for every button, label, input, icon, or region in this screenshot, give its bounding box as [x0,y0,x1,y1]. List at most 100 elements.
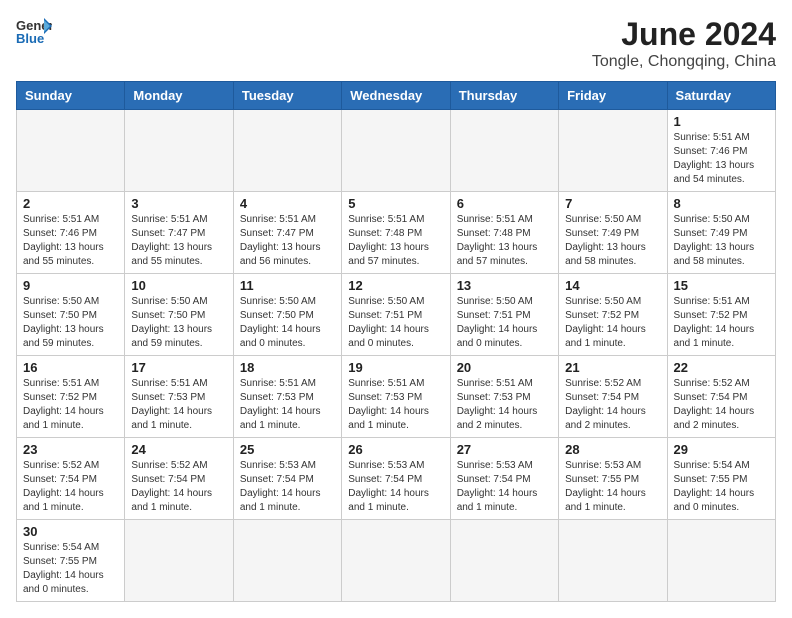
day-info: Sunrise: 5:53 AMSunset: 7:54 PMDaylight:… [240,459,335,515]
day-number: 22 [674,360,769,375]
day-info: Sunrise: 5:52 AMSunset: 7:54 PMDaylight:… [131,459,226,515]
day-number: 30 [23,524,118,539]
day-number: 2 [23,196,118,211]
title-section: June 2024 Tongle, Chongqing, China [592,16,776,71]
calendar-week-3: 16 Sunrise: 5:51 AMSunset: 7:52 PMDayligh… [17,356,776,438]
day-info: Sunrise: 5:50 AMSunset: 7:49 PMDaylight:… [674,213,769,269]
calendar-cell: 7 Sunrise: 5:50 AMSunset: 7:49 PMDaylight… [559,192,667,274]
calendar-cell: 24 Sunrise: 5:52 AMSunset: 7:54 PMDayligh… [125,438,233,520]
calendar-week-1: 2Sunrise: 5:51 AMSunset: 7:46 PMDaylight… [17,192,776,274]
day-number: 24 [131,442,226,457]
calendar-week-4: 23 Sunrise: 5:52 AMSunset: 7:54 PMDayligh… [17,438,776,520]
day-info: Sunrise: 5:50 AMSunset: 7:49 PMDaylight:… [565,213,660,269]
calendar-cell: 23Sunrise: 5:52 AMSunset: 7:54 PMDayligh… [17,438,125,520]
day-number: 20 [457,360,552,375]
header-tuesday: Tuesday [233,82,341,110]
calendar-cell [233,520,341,602]
day-number: 14 [565,278,660,293]
header-monday: Monday [125,82,233,110]
day-info: Sunrise: 5:53 AMSunset: 7:55 PMDaylight:… [565,459,660,515]
day-info: Sunrise: 5:54 AMSunset: 7:55 PMDaylight:… [674,459,769,515]
day-info: Sunrise: 5:54 AMSunset: 7:55 PMDaylight:… [23,541,118,597]
day-info: Sunrise: 5:50 AMSunset: 7:51 PMDaylight:… [457,295,552,351]
calendar-cell: 22 Sunrise: 5:52 AMSunset: 7:54 PMDayligh… [667,356,775,438]
day-info: Sunrise: 5:50 AMSunset: 7:51 PMDaylight:… [348,295,443,351]
day-info: Sunrise: 5:51 AMSunset: 7:53 PMDaylight:… [240,377,335,433]
calendar-cell: 1Sunrise: 5:51 AMSunset: 7:46 PMDaylight… [667,110,775,192]
calendar-cell: 11Sunrise: 5:50 AMSunset: 7:50 PMDayligh… [233,274,341,356]
calendar-cell [125,520,233,602]
day-number: 19 [348,360,443,375]
calendar-cell: 26 Sunrise: 5:53 AMSunset: 7:54 PMDayligh… [342,438,450,520]
logo: General Blue [16,16,52,46]
calendar-cell: 4 Sunrise: 5:51 AMSunset: 7:47 PMDaylight… [233,192,341,274]
month-year-title: June 2024 [592,16,776,53]
calendar-table: SundayMondayTuesdayWednesdayThursdayFrid… [16,81,776,602]
day-number: 28 [565,442,660,457]
calendar-cell: 18 Sunrise: 5:51 AMSunset: 7:53 PMDayligh… [233,356,341,438]
calendar-cell [125,110,233,192]
calendar-cell: 29Sunrise: 5:54 AMSunset: 7:55 PMDayligh… [667,438,775,520]
calendar-cell: 17Sunrise: 5:51 AMSunset: 7:53 PMDayligh… [125,356,233,438]
day-info: Sunrise: 5:51 AMSunset: 7:47 PMDaylight:… [131,213,226,269]
day-info: Sunrise: 5:51 AMSunset: 7:48 PMDaylight:… [457,213,552,269]
calendar-header-row: SundayMondayTuesdayWednesdayThursdayFrid… [17,82,776,110]
day-info: Sunrise: 5:50 AMSunset: 7:52 PMDaylight:… [565,295,660,351]
logo-icon: General Blue [16,16,52,46]
header: General Blue June 2024 Tongle, Chongqing… [16,16,776,71]
day-number: 23 [23,442,118,457]
day-number: 21 [565,360,660,375]
day-info: Sunrise: 5:51 AMSunset: 7:52 PMDaylight:… [23,377,118,433]
calendar-cell [559,110,667,192]
calendar-cell: 25 Sunrise: 5:53 AMSunset: 7:54 PMDayligh… [233,438,341,520]
day-info: Sunrise: 5:51 AMSunset: 7:53 PMDaylight:… [131,377,226,433]
day-number: 7 [565,196,660,211]
day-number: 26 [348,442,443,457]
day-number: 8 [674,196,769,211]
calendar-cell [233,110,341,192]
calendar-cell: 3 Sunrise: 5:51 AMSunset: 7:47 PMDaylight… [125,192,233,274]
calendar-cell: 21 Sunrise: 5:52 AMSunset: 7:54 PMDayligh… [559,356,667,438]
header-thursday: Thursday [450,82,558,110]
day-number: 3 [131,196,226,211]
calendar-cell: 13Sunrise: 5:50 AMSunset: 7:51 PMDayligh… [450,274,558,356]
calendar-cell: 12 Sunrise: 5:50 AMSunset: 7:51 PMDayligh… [342,274,450,356]
day-info: Sunrise: 5:53 AMSunset: 7:54 PMDaylight:… [348,459,443,515]
header-saturday: Saturday [667,82,775,110]
calendar-week-5: 30 Sunrise: 5:54 AMSunset: 7:55 PMDayligh… [17,520,776,602]
calendar-cell: 8 Sunrise: 5:50 AMSunset: 7:49 PMDaylight… [667,192,775,274]
calendar-cell: 27 Sunrise: 5:53 AMSunset: 7:54 PMDayligh… [450,438,558,520]
day-info: Sunrise: 5:51 AMSunset: 7:53 PMDaylight:… [457,377,552,433]
day-info: Sunrise: 5:51 AMSunset: 7:48 PMDaylight:… [348,213,443,269]
calendar-cell: 2Sunrise: 5:51 AMSunset: 7:46 PMDaylight… [17,192,125,274]
calendar-cell [17,110,125,192]
calendar-cell [342,520,450,602]
day-number: 9 [23,278,118,293]
day-number: 5 [348,196,443,211]
day-info: Sunrise: 5:51 AMSunset: 7:53 PMDaylight:… [348,377,443,433]
day-info: Sunrise: 5:51 AMSunset: 7:47 PMDaylight:… [240,213,335,269]
calendar-cell: 28 Sunrise: 5:53 AMSunset: 7:55 PMDayligh… [559,438,667,520]
day-number: 12 [348,278,443,293]
calendar-cell: 20 Sunrise: 5:51 AMSunset: 7:53 PMDayligh… [450,356,558,438]
calendar-cell: 10 Sunrise: 5:50 AMSunset: 7:50 PMDayligh… [125,274,233,356]
day-number: 6 [457,196,552,211]
header-friday: Friday [559,82,667,110]
day-info: Sunrise: 5:52 AMSunset: 7:54 PMDaylight:… [674,377,769,433]
day-number: 25 [240,442,335,457]
day-info: Sunrise: 5:51 AMSunset: 7:46 PMDaylight:… [674,131,769,187]
day-number: 27 [457,442,552,457]
day-info: Sunrise: 5:53 AMSunset: 7:54 PMDaylight:… [457,459,552,515]
day-info: Sunrise: 5:52 AMSunset: 7:54 PMDaylight:… [565,377,660,433]
location-subtitle: Tongle, Chongqing, China [592,53,776,71]
calendar-cell: 6 Sunrise: 5:51 AMSunset: 7:48 PMDaylight… [450,192,558,274]
day-info: Sunrise: 5:50 AMSunset: 7:50 PMDaylight:… [240,295,335,351]
calendar-cell: 9Sunrise: 5:50 AMSunset: 7:50 PMDaylight… [17,274,125,356]
day-number: 4 [240,196,335,211]
day-number: 10 [131,278,226,293]
day-info: Sunrise: 5:50 AMSunset: 7:50 PMDaylight:… [131,295,226,351]
day-number: 16 [23,360,118,375]
calendar-cell: 30 Sunrise: 5:54 AMSunset: 7:55 PMDayligh… [17,520,125,602]
calendar-week-0: 1Sunrise: 5:51 AMSunset: 7:46 PMDaylight… [17,110,776,192]
day-number: 18 [240,360,335,375]
